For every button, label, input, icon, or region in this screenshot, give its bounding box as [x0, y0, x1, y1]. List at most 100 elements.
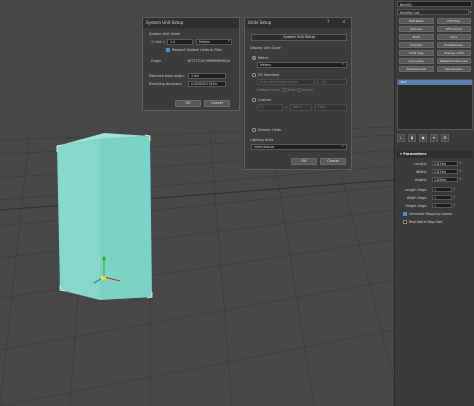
width-segs-input[interactable]: 1: [432, 195, 452, 200]
length-segs-spinner[interactable]: ⇕: [453, 187, 457, 192]
lighting-units-select[interactable]: International: [251, 144, 347, 150]
accuracy-label: Resulting Accuracy:: [149, 82, 183, 86]
modifier-list-chevron-down-icon: ▾: [470, 10, 472, 14]
stack-item-box[interactable]: Box: [398, 80, 472, 85]
delete-modifier-icon[interactable]: ▾: [430, 134, 438, 142]
units-dialog-title-bar[interactable]: Units Setup ? ×: [245, 18, 351, 28]
unit-type-select[interactable]: Meters: [196, 39, 232, 45]
custom-value-input[interactable]: 660.0: [290, 104, 312, 111]
generate-mapping-checkbox[interactable]: [403, 212, 407, 216]
parameters-title: Parameters: [403, 152, 427, 156]
width-input[interactable]: 0.813m: [432, 169, 458, 174]
length-input[interactable]: 0.813m: [432, 161, 458, 166]
width-spinner[interactable]: ⇕: [459, 169, 463, 174]
us-standard-select[interactable]: Feet w/Fractional Inches: [257, 79, 315, 85]
pin-stack-icon[interactable]: ⊥: [397, 134, 405, 142]
modifier-button[interactable]: FFD 4x4x4: [436, 26, 471, 32]
custom-name-input[interactable]: FL: [257, 104, 283, 111]
close-icon[interactable]: ×: [342, 18, 346, 28]
us-fraction-select[interactable]: 1/8: [318, 79, 347, 85]
inches-label: Inches: [302, 88, 314, 92]
metric-label: Metric: [258, 56, 269, 60]
length-label: Length:: [414, 162, 427, 166]
respect-units-checkbox[interactable]: [166, 48, 170, 52]
origin-value: 16777214.9999999981m: [187, 59, 231, 63]
stack-toolbar: ⊥ ▮ ◆ ▾ ⚙: [397, 133, 473, 143]
width-label: Width:: [416, 170, 427, 174]
generate-mapping-row[interactable]: Generate Mapping Coords.: [403, 212, 473, 217]
help-icon[interactable]: ?: [327, 18, 329, 28]
parameters-rollout-header[interactable]: ▾ Parameters: [397, 151, 473, 158]
us-standard-label: US Standard: [258, 73, 280, 77]
units-dialog-title: Units Setup: [248, 20, 272, 25]
height-segs-input[interactable]: 1: [432, 203, 452, 208]
real-world-checkbox[interactable]: [403, 220, 407, 224]
system-dialog-title: System Unit Setup: [146, 20, 184, 25]
modifier-list-select[interactable]: Modifier List: [397, 9, 469, 15]
units-ok-button[interactable]: OK: [291, 158, 317, 165]
modifier-button[interactable]: Shell: [399, 34, 434, 40]
custom-radio[interactable]: [252, 98, 256, 102]
box-right-face: [100, 136, 152, 300]
length-segs-input[interactable]: 1: [432, 187, 452, 192]
object-name-input[interactable]: Box001: [397, 1, 472, 7]
metric-select[interactable]: Meters: [257, 62, 347, 68]
system-unit-setup-button[interactable]: System Unit Setup: [251, 34, 347, 41]
modifier-button[interactable]: Chamfer: [399, 42, 434, 48]
system-ok-button[interactable]: OK: [175, 100, 201, 107]
modifier-stack[interactable]: Box: [397, 79, 473, 130]
distance-input[interactable]: 1.0m: [188, 73, 226, 79]
system-cancel-button[interactable]: Cancel: [204, 100, 230, 107]
inches-radio[interactable]: [297, 88, 301, 92]
unit-scale-input[interactable]: 1.0: [167, 39, 193, 45]
scale-section-label: System Unit Scale: [149, 32, 180, 36]
make-unique-icon[interactable]: ◆: [419, 134, 427, 142]
length-segs-label: Length Segs:: [404, 188, 427, 192]
generic-units-radio[interactable]: [252, 128, 256, 132]
default-units-label: Default Units:: [257, 88, 281, 92]
height-spinner[interactable]: ⇕: [459, 177, 463, 182]
custom-unit-select[interactable]: Feet: [315, 104, 347, 111]
respect-units-label: Respect System Units in Files: [172, 48, 222, 52]
box-left-face: [57, 139, 100, 300]
custom-equals-label: =: [285, 105, 288, 109]
width-row: Width: 0.813m ⇕: [397, 169, 473, 175]
modifier-button[interactable]: Edit Mesh: [399, 18, 434, 24]
height-row: Height: 2.850m ⇕: [397, 177, 473, 183]
modifier-button[interactable]: Symmetry: [399, 58, 434, 64]
length-segs-row: Length Segs: 1 ⇕: [397, 187, 473, 193]
unit-prefix-label: 1 Unit =: [151, 40, 166, 44]
height-input[interactable]: 2.850m: [432, 177, 458, 182]
units-cancel-button[interactable]: Cancel: [320, 158, 346, 165]
width-segs-label: Width Segs:: [406, 196, 427, 200]
height-segs-spinner[interactable]: ⇕: [453, 203, 457, 208]
modifier-button[interactable]: ProOptimizer: [436, 42, 471, 48]
modifier-button[interactable]: OpenSubdiv: [436, 66, 471, 72]
metric-radio[interactable]: [252, 56, 256, 60]
system-unit-setup-dialog: System Unit Setup System Unit Scale 1 Un…: [142, 17, 240, 111]
us-standard-radio[interactable]: [252, 73, 256, 77]
system-dialog-title-bar[interactable]: System Unit Setup: [143, 18, 239, 28]
accuracy-value: 0.0000001192m: [188, 81, 226, 87]
feet-label: Feet: [288, 88, 296, 92]
real-world-row[interactable]: Real-World Map Size: [403, 220, 473, 225]
modifier-button[interactable]: Slice: [436, 34, 471, 40]
height-segs-label: Height Segs:: [405, 204, 427, 208]
modifier-button[interactable]: TurboSmooth: [399, 66, 434, 72]
units-setup-dialog: Units Setup ? × System Unit Setup Displa…: [244, 17, 352, 170]
modifier-button[interactable]: Unwrap UVW: [436, 50, 471, 56]
width-segs-spinner[interactable]: ⇕: [453, 195, 457, 200]
modifier-button[interactable]: Edit Poly: [436, 18, 471, 24]
length-spinner[interactable]: ⇕: [459, 161, 463, 166]
configure-sets-icon[interactable]: ⚙: [441, 134, 449, 142]
real-world-label: Real-World Map Size: [409, 220, 443, 224]
metric-chevron-down-icon: ▾: [342, 62, 344, 66]
modifier-button[interactable]: Weighted Normals: [436, 58, 471, 64]
length-row: Length: 0.813m ⇕: [397, 161, 473, 167]
command-panel: Box001 Modifier List ▾ Edit Mesh Edit Po…: [394, 0, 474, 406]
modifier-button[interactable]: UVW Map: [399, 50, 434, 56]
modifier-button[interactable]: Extrude: [399, 26, 434, 32]
width-segs-row: Width Segs: 1 ⇕: [397, 195, 473, 201]
show-end-result-icon[interactable]: ▮: [408, 134, 416, 142]
feet-radio[interactable]: [283, 88, 287, 92]
